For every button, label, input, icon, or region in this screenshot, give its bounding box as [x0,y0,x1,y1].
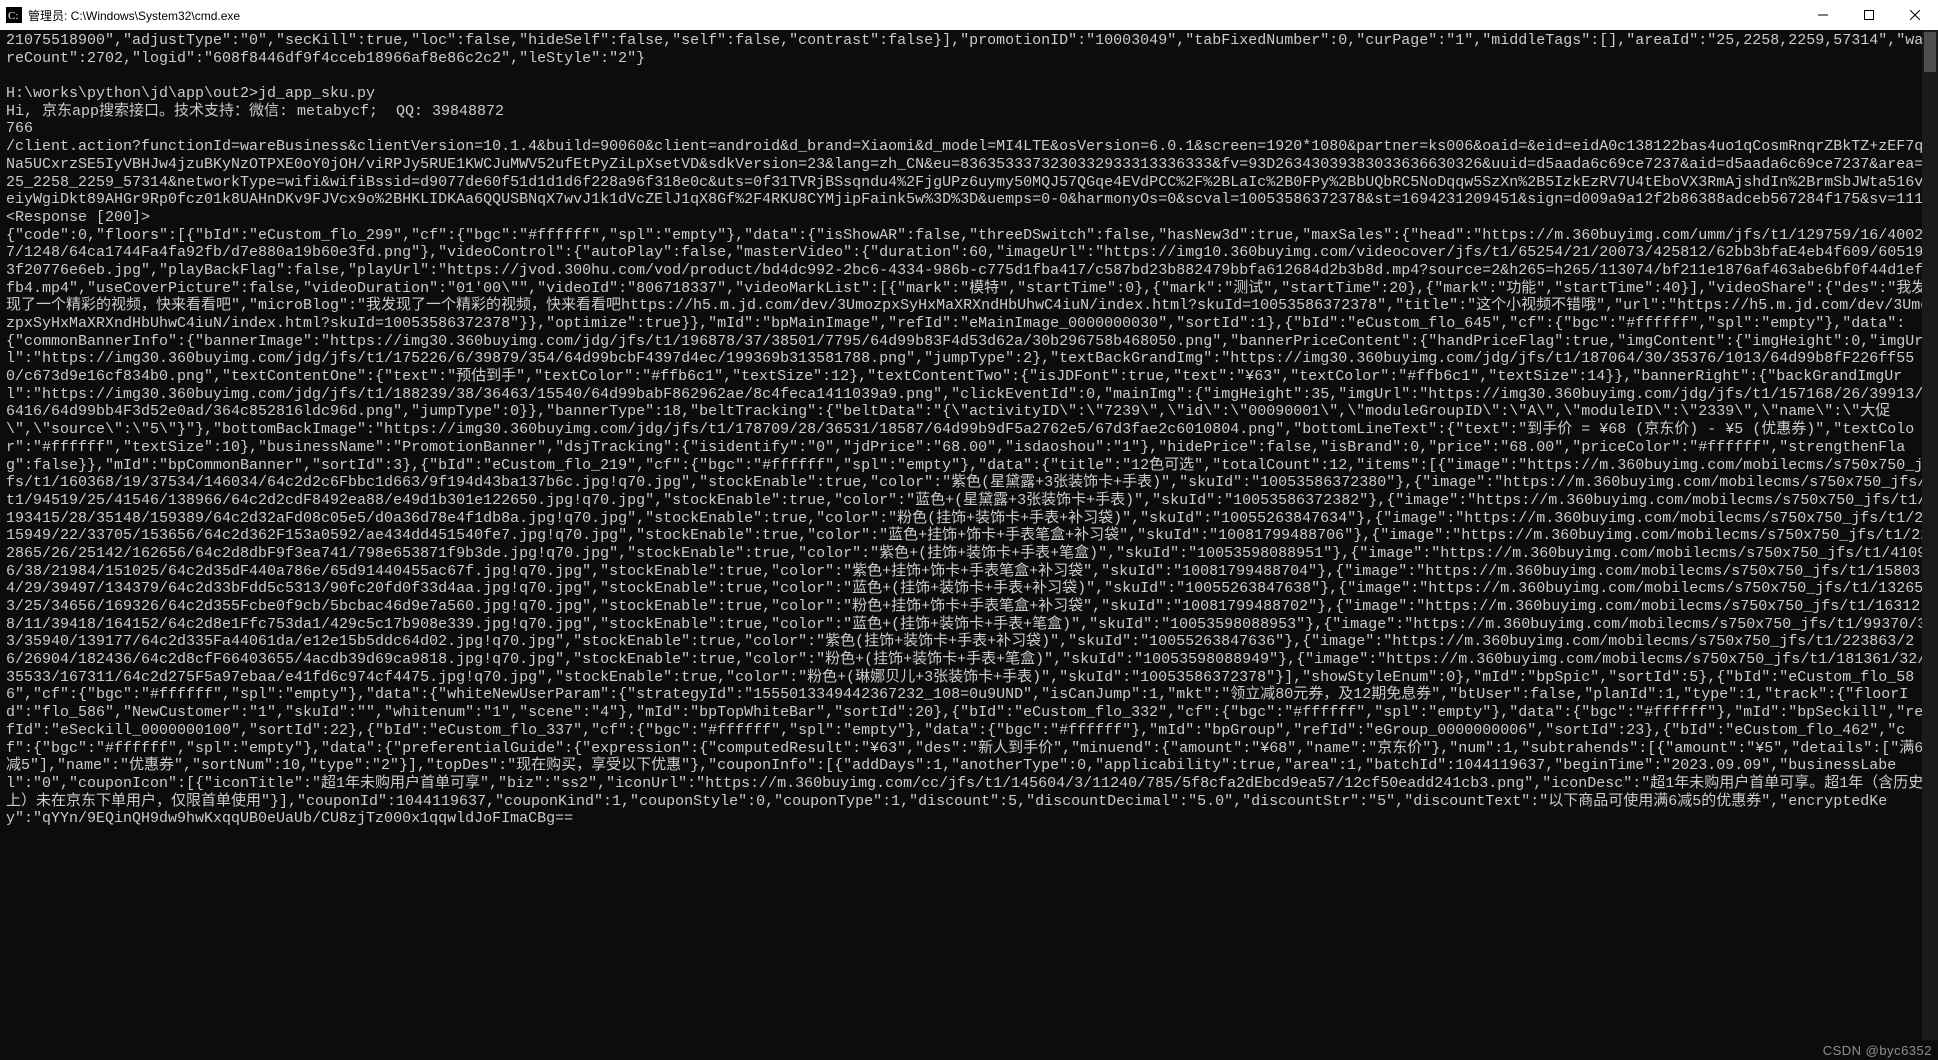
terminal-request-url: /client.action?functionId=wareBusiness&c… [6,138,1932,209]
window-title-bar: C: 管理员: C:\Windows\System32\cmd.exe [0,0,1938,30]
terminal-prompt: H:\works\python\jd\app\out2>jd_app_sku.p… [6,85,1932,103]
maximize-button[interactable] [1846,0,1892,30]
vertical-scrollbar[interactable] [1922,30,1938,1040]
terminal-viewport[interactable]: 21075518900","adjustType":"0","secKill":… [0,30,1938,1040]
window-title: 管理员: C:\Windows\System32\cmd.exe [28,7,240,24]
window-controls [1800,0,1938,30]
scroll-thumb[interactable] [1924,32,1936,72]
watermark: CSDN @byc6352 [1823,1043,1932,1058]
terminal-line-top: 21075518900","adjustType":"0","secKill":… [6,32,1932,67]
cmd-icon: C: [6,7,22,23]
minimize-button[interactable] [1800,0,1846,30]
terminal-number: 766 [6,120,1932,138]
title-left: C: 管理员: C:\Windows\System32\cmd.exe [0,7,240,24]
terminal-blank [6,67,1932,85]
terminal-response-status: <Response [200]> [6,209,1932,227]
terminal-greeting: Hi, 京东app搜索接口。技术支持：微信: metabycf; QQ: 398… [6,103,1932,121]
close-button[interactable] [1892,0,1938,30]
terminal-response-body: {"code":0,"floors":[{"bId":"eCustom_flo_… [6,227,1932,828]
svg-text:C:: C: [8,10,18,22]
